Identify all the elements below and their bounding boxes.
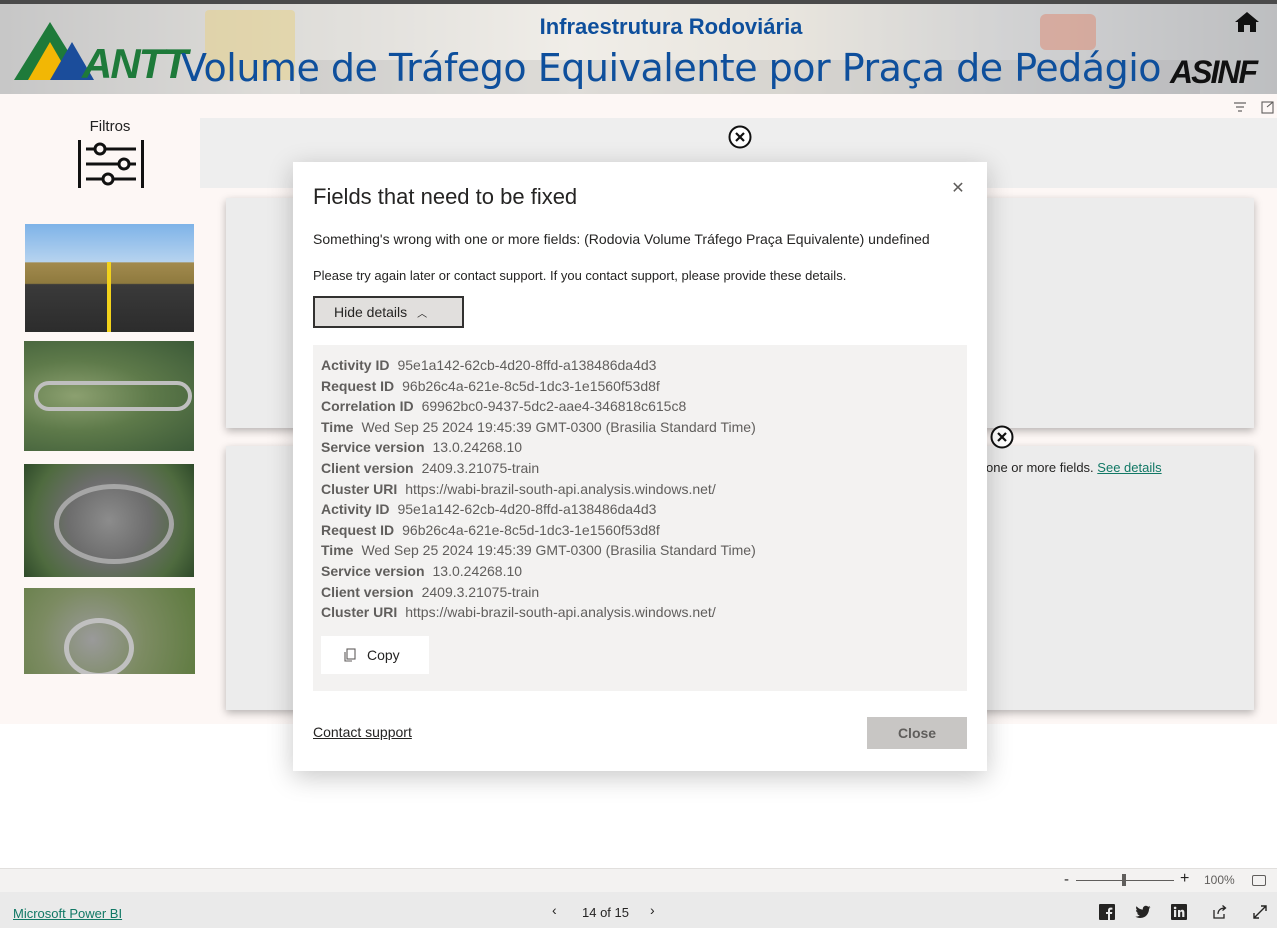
detail-value: 13.0.24268.10 [432,563,523,579]
dialog-support-message: Please try again later or contact suppor… [313,268,847,283]
detail-key: Service version [321,563,425,579]
detail-row: Request ID 96b26c4a-621e-8c5d-1dc3-1e1560… [321,520,660,540]
detail-key: Request ID [321,377,395,394]
hide-details-button[interactable]: Hide details ︿ [313,296,464,328]
detail-row: Time Wed Sep 25 2024 19:45:39 GMT-0300 (B… [321,417,756,437]
detail-value: 96b26c4a-621e-8c5d-1dc3-1e1560f53d8f [402,377,660,394]
left-sidebar: Filtros [0,94,200,724]
detail-row: Activity ID 95e1a142-62cb-4d20-8ffd-a1384… [321,355,656,375]
zoom-bar: - + 100% [0,868,1277,892]
detail-row: Cluster URI https://wabi-brazil-south-api… [321,479,716,499]
visual-header-icons [1234,101,1274,114]
detail-row: Client version 2409.3.21075-train [321,582,539,602]
copy-icon [344,648,356,662]
dialog-title: Fields that need to be fixed [313,184,578,209]
interchange-photo-thumbnail[interactable] [24,341,194,451]
copy-button[interactable]: Copy [321,636,429,674]
detail-value: Wed Sep 25 2024 19:45:39 GMT-0300 (Brasi… [361,542,756,559]
error-details-panel: Activity ID 95e1a142-62cb-4d20-8ffd-a1384… [313,345,967,691]
detail-row: Client version 2409.3.21075-train [321,458,539,478]
zoom-in-button[interactable]: + [1180,870,1189,888]
detail-key: Cluster URI [321,604,398,621]
detail-value: 69962bc0-9437-5dc2-aae4-346818c615c8 [421,398,687,415]
previous-page-icon[interactable]: ‹ [552,902,557,918]
zoom-slider-handle[interactable] [1122,874,1126,886]
detail-row: Activity ID 95e1a142-62cb-4d20-8ffd-a1384… [321,499,656,519]
zoom-out-button[interactable]: - [1064,871,1069,888]
fullscreen-icon[interactable] [1252,904,1268,920]
page-indicator: 14 of 15 [582,905,629,920]
focus-mode-icon[interactable] [1261,101,1274,114]
filters-icon[interactable] [78,140,144,188]
fit-to-page-icon[interactable] [1252,875,1266,886]
detail-row: Request ID 96b26c4a-621e-8c5d-1dc3-1e1560… [321,376,660,396]
visual-error-message: one or more fields. See details [986,460,1162,475]
detail-key: Cluster URI [321,480,398,497]
close-icon[interactable]: ✕ [949,180,967,198]
detail-key: Activity ID [321,357,390,373]
detail-value: 13.0.24268.10 [432,439,523,456]
detail-value: https://wabi-brazil-south-api.analysis.w… [405,480,716,497]
share-icon[interactable] [1212,904,1228,920]
detail-value: 95e1a142-62cb-4d20-8ffd-a138486da4d3 [397,501,657,518]
visual-error-icon[interactable] [728,125,752,149]
overpass-photo-thumbnail[interactable] [24,464,194,577]
detail-row: Cluster URI https://wabi-brazil-south-api… [321,602,716,622]
detail-key: Time [321,418,354,435]
see-details-link[interactable]: See details [1097,460,1161,475]
twitter-icon[interactable] [1135,904,1151,920]
cloverleaf-photo-thumbnail[interactable] [24,588,195,674]
hide-details-label: Hide details [334,304,408,320]
detail-key: Correlation ID [321,398,414,415]
copy-label: Copy [367,647,400,663]
detail-key: Client version [321,460,414,476]
chevron-up-icon: ︿ [417,308,428,320]
detail-key: Activity ID [321,501,390,518]
close-button[interactable]: Close [867,717,967,749]
detail-key: Time [321,542,354,559]
home-icon[interactable] [1234,10,1260,34]
error-dialog: Fields that need to be fixed ✕ Something… [293,162,987,771]
next-page-icon[interactable]: › [650,902,655,918]
detail-value: 95e1a142-62cb-4d20-8ffd-a138486da4d3 [397,357,657,373]
linkedin-icon[interactable] [1171,904,1187,920]
detail-value: 2409.3.21075-train [421,460,540,476]
page-title: Volume de Tráfego Equivalente por Praça … [181,46,1162,90]
asinf-logo: ASINF [1170,54,1258,90]
detail-value: 96b26c4a-621e-8c5d-1dc3-1e1560f53d8f [402,521,660,538]
footer-bar: Microsoft Power BI ‹ 14 of 15 › [0,892,1277,928]
banner-subtitle: Infraestrutura Rodoviária [539,14,803,39]
visual-error-icon[interactable] [990,425,1014,449]
filters-label: Filtros [89,118,131,135]
detail-value: 2409.3.21075-train [421,583,540,600]
detail-value: https://wabi-brazil-south-api.analysis.w… [405,604,716,621]
visual-error-text: one or more fields. [986,460,1094,475]
dialog-error-message: Something's wrong with one or more field… [313,231,930,247]
zoom-percentage: 100% [1204,873,1235,887]
facebook-icon[interactable] [1099,904,1115,920]
detail-key: Client version [321,583,414,600]
detail-row: Service version 13.0.24268.10 [321,561,522,581]
filter-lines-icon[interactable] [1234,102,1246,112]
detail-key: Service version [321,439,425,456]
detail-row: Service version 13.0.24268.10 [321,437,522,457]
contact-support-link[interactable]: Contact support [313,724,412,740]
power-bi-link[interactable]: Microsoft Power BI [13,906,122,921]
detail-row: Time Wed Sep 25 2024 19:45:39 GMT-0300 (B… [321,540,756,560]
detail-value: Wed Sep 25 2024 19:45:39 GMT-0300 (Brasi… [361,418,756,435]
road-photo-thumbnail[interactable] [25,224,194,332]
detail-row: Correlation ID 69962bc0-9437-5dc2-aae4-34… [321,396,686,416]
detail-key: Request ID [321,521,395,538]
header-banner: ANTT Infraestrutura Rodoviária Volume de… [0,0,1277,94]
